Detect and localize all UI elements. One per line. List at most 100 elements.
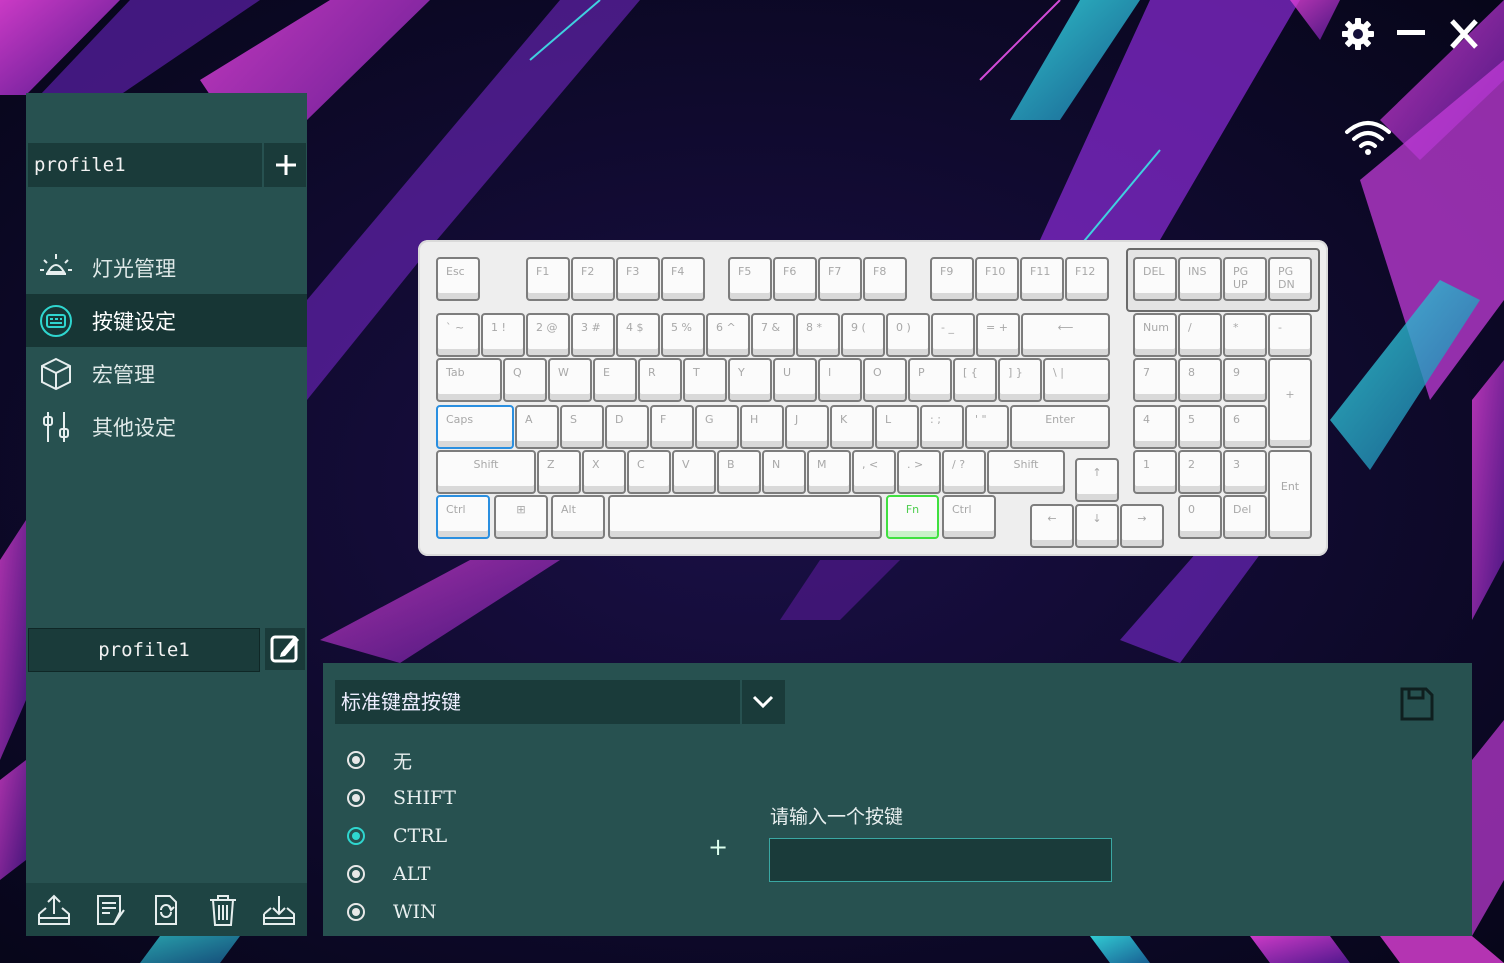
key-u[interactable]: U bbox=[773, 358, 817, 402]
key-lctrl[interactable]: Ctrl bbox=[436, 495, 490, 539]
key-p[interactable]: P bbox=[908, 358, 952, 402]
key-num-7[interactable]: 7 bbox=[1133, 358, 1177, 402]
key-s[interactable]: S bbox=[560, 405, 604, 449]
key-2[interactable]: 2 @ bbox=[526, 313, 570, 357]
key-backspace[interactable]: ⟵ bbox=[1021, 313, 1110, 357]
key-num-divide[interactable]: / bbox=[1178, 313, 1222, 357]
nav-item-other-settings[interactable]: 其他设定 bbox=[26, 400, 307, 453]
key-f10[interactable]: F10 bbox=[975, 257, 1019, 301]
key-num-4[interactable]: 4 bbox=[1133, 405, 1177, 449]
key-ins[interactable]: INS bbox=[1178, 257, 1222, 301]
key-tab[interactable]: Tab bbox=[436, 358, 502, 402]
key-b[interactable]: B bbox=[717, 450, 761, 494]
key-num-1[interactable]: 1 bbox=[1133, 450, 1177, 494]
edit-profile-button[interactable] bbox=[265, 628, 305, 670]
radio-button[interactable] bbox=[347, 865, 365, 883]
close-icon[interactable] bbox=[1444, 14, 1484, 54]
key-8[interactable]: 8 * bbox=[796, 313, 840, 357]
key-arrow-up[interactable]: ↑ bbox=[1075, 458, 1119, 502]
key-num-9[interactable]: 9 bbox=[1223, 358, 1267, 402]
key-lbracket[interactable]: [ { bbox=[953, 358, 997, 402]
nav-item-lighting[interactable]: 灯光管理 bbox=[26, 241, 307, 294]
key-f9[interactable]: F9 bbox=[930, 257, 974, 301]
key-c[interactable]: C bbox=[627, 450, 671, 494]
key-z[interactable]: Z bbox=[537, 450, 581, 494]
nav-item-macro[interactable]: 宏管理 bbox=[26, 347, 307, 400]
key-k[interactable]: K bbox=[830, 405, 874, 449]
key-type-dropdown-button[interactable] bbox=[740, 680, 785, 724]
key-f5[interactable]: F5 bbox=[728, 257, 772, 301]
key-f8[interactable]: F8 bbox=[863, 257, 907, 301]
key-semicolon[interactable]: : ; bbox=[920, 405, 964, 449]
key-num-2[interactable]: 2 bbox=[1178, 450, 1222, 494]
key-num-3[interactable]: 3 bbox=[1223, 450, 1267, 494]
key-t[interactable]: T bbox=[683, 358, 727, 402]
key-num-multiply[interactable]: * bbox=[1223, 313, 1267, 357]
key-arrow-left[interactable]: ← bbox=[1030, 504, 1074, 548]
key-r[interactable]: R bbox=[638, 358, 682, 402]
key-num-minus[interactable]: - bbox=[1268, 313, 1312, 357]
key-comma[interactable]: , < bbox=[852, 450, 896, 494]
key-0[interactable]: 0 ) bbox=[886, 313, 930, 357]
key-l[interactable]: L bbox=[875, 405, 919, 449]
key-num-del[interactable]: Del bbox=[1223, 495, 1267, 539]
modifier-alt[interactable]: ALT bbox=[347, 860, 430, 888]
radio-button-checked[interactable] bbox=[347, 827, 365, 845]
modifier-shift[interactable]: SHIFT bbox=[347, 784, 456, 812]
key-j[interactable]: J bbox=[785, 405, 829, 449]
key-num-8[interactable]: 8 bbox=[1178, 358, 1222, 402]
key-q[interactable]: Q bbox=[503, 358, 547, 402]
key-f2[interactable]: F2 bbox=[571, 257, 615, 301]
key-fn[interactable]: Fn bbox=[886, 495, 939, 539]
key-f7[interactable]: F7 bbox=[818, 257, 862, 301]
key-pgdn[interactable]: PG DN bbox=[1268, 257, 1312, 301]
key-6[interactable]: 6 ^ bbox=[706, 313, 750, 357]
key-f[interactable]: F bbox=[650, 405, 694, 449]
key-lshift[interactable]: Shift bbox=[436, 450, 536, 494]
key-minus[interactable]: - _ bbox=[931, 313, 975, 357]
key-f12[interactable]: F12 bbox=[1065, 257, 1109, 301]
key-x[interactable]: X bbox=[582, 450, 626, 494]
key-num-5[interactable]: 5 bbox=[1178, 405, 1222, 449]
key-win[interactable]: ⊞ bbox=[494, 495, 548, 539]
profile-name-field[interactable]: profile1 bbox=[28, 628, 260, 672]
key-i[interactable]: I bbox=[818, 358, 862, 402]
key-n[interactable]: N bbox=[762, 450, 806, 494]
key-f1[interactable]: F1 bbox=[526, 257, 570, 301]
key-w[interactable]: W bbox=[548, 358, 592, 402]
key-a[interactable]: A bbox=[515, 405, 559, 449]
key-backtick[interactable]: ` ~ bbox=[436, 313, 480, 357]
key-pgup[interactable]: PG UP bbox=[1223, 257, 1267, 301]
key-numlock[interactable]: Num bbox=[1133, 313, 1177, 357]
key-f3[interactable]: F3 bbox=[616, 257, 660, 301]
key-backslash[interactable]: \ | bbox=[1043, 358, 1110, 402]
key-enter[interactable]: Enter bbox=[1010, 405, 1110, 449]
key-del[interactable]: DEL bbox=[1133, 257, 1177, 301]
notes-icon[interactable] bbox=[92, 892, 128, 928]
key-rctrl[interactable]: Ctrl bbox=[942, 495, 996, 539]
radio-button[interactable] bbox=[347, 789, 365, 807]
gear-icon[interactable] bbox=[1338, 14, 1378, 54]
key-f6[interactable]: F6 bbox=[773, 257, 817, 301]
key-o[interactable]: O bbox=[863, 358, 907, 402]
modifier-ctrl[interactable]: CTRL bbox=[347, 822, 447, 850]
export-icon[interactable] bbox=[36, 892, 72, 928]
import-icon[interactable] bbox=[261, 892, 297, 928]
key-slash[interactable]: / ? bbox=[942, 450, 986, 494]
nav-item-key-settings[interactable]: 按键设定 bbox=[26, 294, 307, 347]
key-caps[interactable]: Caps bbox=[436, 405, 514, 449]
key-d[interactable]: D bbox=[605, 405, 649, 449]
save-icon[interactable] bbox=[1398, 685, 1436, 723]
add-profile-button[interactable] bbox=[266, 143, 306, 187]
key-arrow-right[interactable]: → bbox=[1120, 504, 1164, 548]
key-period[interactable]: . > bbox=[897, 450, 941, 494]
modifier-none[interactable]: 无 bbox=[347, 746, 412, 774]
key-space[interactable] bbox=[608, 495, 882, 539]
key-4[interactable]: 4 $ bbox=[616, 313, 660, 357]
key-rshift[interactable]: Shift bbox=[987, 450, 1065, 494]
key-esc[interactable]: Esc bbox=[436, 257, 480, 301]
key-y[interactable]: Y bbox=[728, 358, 772, 402]
key-v[interactable]: V bbox=[672, 450, 716, 494]
key-type-select[interactable]: 标准键盘按键 bbox=[335, 680, 740, 724]
key-input[interactable] bbox=[769, 838, 1112, 882]
